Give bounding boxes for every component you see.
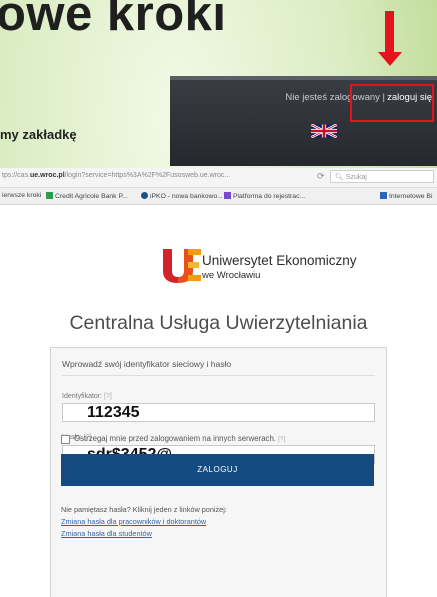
warn-checkbox[interactable] (61, 435, 70, 444)
presentation-slide: owe kroki my zakładkę Nie jesteś zalogow… (0, 0, 437, 597)
page-title: Centralna Usługa Uwierzytelniania (69, 312, 368, 334)
address-bar[interactable]: tps://cas.ue.wroc.pl/login?service=https… (0, 168, 437, 188)
red-arrow-icon (385, 11, 394, 54)
login-button[interactable]: ZALOGUJ (61, 454, 374, 486)
slide-subtext: my zakładkę (0, 127, 77, 142)
url-text[interactable]: tps://cas.ue.wroc.pl/login?service=https… (2, 172, 230, 179)
bookmark-item[interactable]: Platforma do rejestrac... (224, 192, 305, 200)
reset-link-staff[interactable]: Zmiana hasła dla pracowników i doktorant… (61, 517, 206, 526)
reset-link-students[interactable]: Zmiana hasła dla studentów (61, 529, 152, 538)
uk-flag-icon[interactable] (311, 124, 337, 138)
identifier-field[interactable]: 112345 (62, 403, 375, 422)
bookmark-item[interactable]: ierwsze kroki (2, 192, 41, 199)
search-icon: 🔍︎ (335, 174, 344, 181)
slide-title: owe kroki (0, 0, 227, 41)
header-strip (170, 76, 437, 80)
divider (62, 375, 375, 376)
search-input[interactable]: 🔍︎ Szukaj (330, 170, 434, 183)
university-city: we Wrocławiu (202, 270, 261, 281)
help-icon[interactable]: [?] (104, 393, 112, 400)
search-placeholder: Szukaj (345, 174, 367, 181)
bookmark-item[interactable]: iPKO - nowa bankowo... (141, 192, 223, 200)
red-arrow-head (378, 52, 402, 66)
bookmark-item[interactable]: Credit Agricole Bank P... (46, 192, 128, 200)
bookmarks-bar: ierwsze kroki Credit Agricole Bank P... … (0, 188, 437, 205)
bookmark-favicon-icon (224, 192, 231, 199)
warn-label: Ostrzegaj mnie przed zalogowaniem na inn… (74, 434, 286, 443)
help-icon[interactable]: [?] (278, 436, 285, 443)
login-intro: Wprowadź swój identyfikator sieciowy i h… (62, 359, 232, 369)
forgot-password-text: Nie pamiętasz hasła? Kliknij jeden z lin… (61, 505, 227, 514)
highlight-frame (350, 84, 434, 122)
bookmark-item[interactable]: Internetowe Bi (380, 192, 432, 200)
bookmark-favicon-icon (380, 192, 387, 199)
bookmark-favicon-icon (141, 192, 148, 199)
ue-logo (163, 249, 201, 283)
university-name: Uniwersytet Ekonomiczny (202, 253, 357, 268)
bookmark-favicon-icon (46, 192, 53, 199)
reload-icon[interactable]: ⟳ (317, 171, 325, 182)
browser-screenshot: tps://cas.ue.wroc.pl/login?service=https… (0, 168, 437, 597)
identifier-label: Identyfikator: [?] (62, 393, 112, 400)
site-header-screenshot: Nie jesteś zalogowany | zaloguj się (170, 76, 437, 166)
